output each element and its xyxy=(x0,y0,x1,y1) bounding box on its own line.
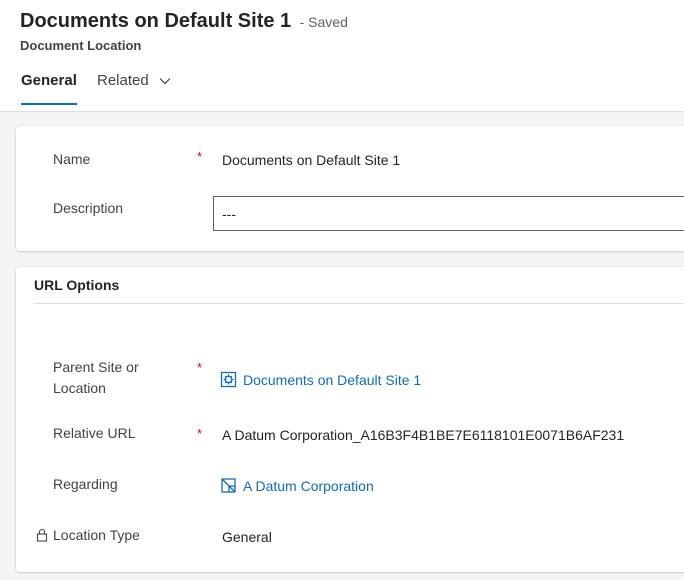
tab-related-label: Related xyxy=(97,72,149,89)
tab-general-label: General xyxy=(21,72,77,89)
lock-icon xyxy=(36,528,48,542)
parent-location-lookup[interactable]: Documents on Default Site 1 xyxy=(220,371,421,388)
required-indicator: * xyxy=(197,360,203,375)
location-type-field: General xyxy=(222,529,272,545)
tab-related[interactable]: Related xyxy=(97,72,171,106)
parent-location-value: Documents on Default Site 1 xyxy=(243,372,422,388)
description-field[interactable] xyxy=(213,196,684,231)
name-field[interactable]: Documents on Default Site 1 xyxy=(222,152,400,168)
url-options-section: URL Options Parent Site or Location * Do… xyxy=(16,267,684,572)
section-title: URL Options xyxy=(34,277,120,293)
entity-name: Document Location xyxy=(20,38,142,53)
location-type-label: Location Type xyxy=(53,527,140,543)
sharepoint-site-icon xyxy=(220,371,237,388)
relative-url-field[interactable]: A Datum Corporation_A16B3F4B1BE7E6118101… xyxy=(222,427,624,443)
form-header: Documents on Default Site 1 - Saved Docu… xyxy=(0,0,684,112)
regarding-label: Regarding xyxy=(53,476,118,492)
relative-url-label: Relative URL xyxy=(53,425,136,441)
name-label: Name xyxy=(53,151,91,167)
regarding-value: A Datum Corporation xyxy=(243,478,374,494)
required-indicator: * xyxy=(197,426,203,441)
parent-location-label: Parent Site or Location xyxy=(53,359,139,396)
description-label: Description xyxy=(53,200,124,216)
title-row: Documents on Default Site 1 - Saved xyxy=(20,10,348,33)
page-title: Documents on Default Site 1 xyxy=(20,10,292,32)
section-divider xyxy=(34,303,684,304)
regarding-lookup[interactable]: A Datum Corporation xyxy=(220,477,374,494)
tab-general[interactable]: General xyxy=(21,72,77,106)
required-indicator: * xyxy=(197,149,203,164)
save-status: - Saved xyxy=(299,14,348,30)
tab-selected-indicator xyxy=(21,103,77,105)
chevron-down-icon xyxy=(159,78,171,85)
account-record-icon xyxy=(221,478,236,493)
general-section: Name * Documents on Default Site 1 Descr… xyxy=(16,126,684,251)
